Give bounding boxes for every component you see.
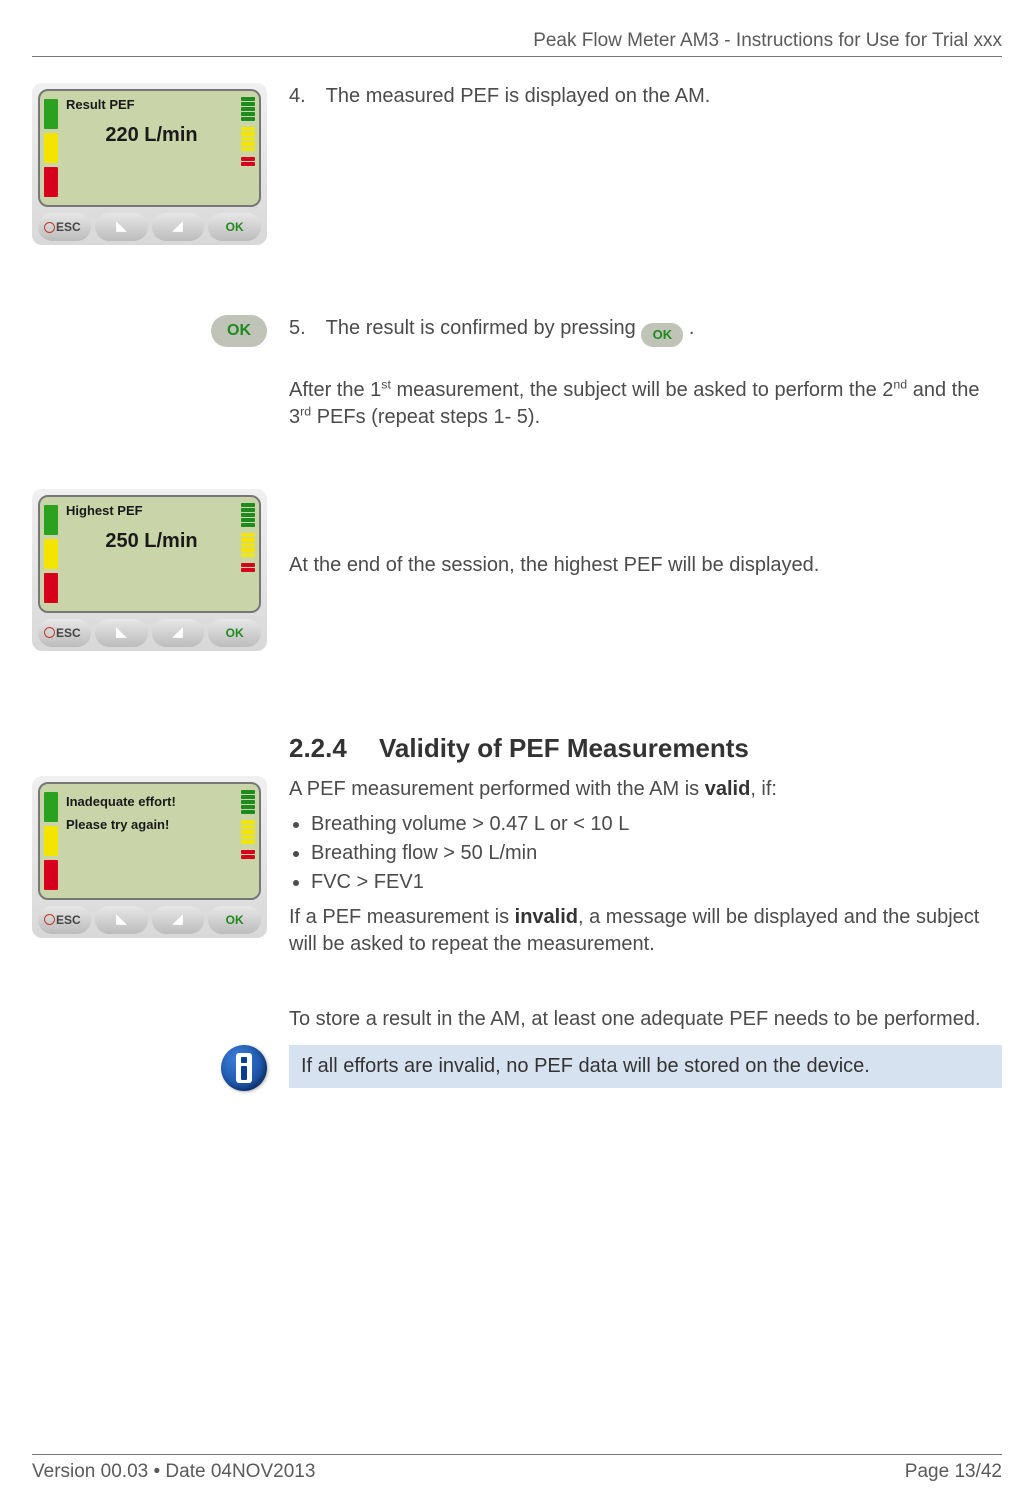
note-box: If all efforts are invalid, no PEF data … <box>289 1045 1002 1088</box>
up-button[interactable] <box>152 619 205 647</box>
footer-right: Page 13/42 <box>905 1461 1002 1483</box>
down-button[interactable] <box>95 213 148 241</box>
down-button[interactable] <box>95 619 148 647</box>
ok-pill-large: OK <box>211 315 267 347</box>
list-item: Breathing flow > 50 L/min <box>311 840 1002 867</box>
step4-text: 4. The measured PEF is displayed on the … <box>289 83 1002 110</box>
step5-after: After the 1st measurement, the subject w… <box>289 377 1002 431</box>
esc-button[interactable]: ESC <box>38 906 91 934</box>
esc-button[interactable]: ESC <box>38 619 91 647</box>
screen-line1: Inadequate effort! <box>66 790 237 813</box>
step5-text: 5. The result is confirmed by pressing O… <box>289 315 1002 347</box>
section-heading: 2.2.4Validity of PEF Measurements <box>289 731 1002 766</box>
screen-title: Highest PEF <box>66 503 237 518</box>
highest-text: At the end of the session, the highest P… <box>289 552 1002 579</box>
page-footer: Version 00.03 • Date 04NOV2013 Page 13/4… <box>32 1454 1002 1483</box>
valid-intro: A PEF measurement performed with the AM … <box>289 776 1002 803</box>
screen-value: 250 L/min <box>66 530 237 553</box>
down-button[interactable] <box>95 906 148 934</box>
device-invalid-msg: Inadequate effort! Please try again! ESC… <box>32 776 267 938</box>
screen-value: 220 L/min <box>66 124 237 147</box>
valid-criteria-list: Breathing volume > 0.47 L or < 10 L Brea… <box>289 811 1002 896</box>
up-button[interactable] <box>152 906 205 934</box>
ok-button[interactable]: OK <box>208 619 261 647</box>
screen-title: Result PEF <box>66 97 237 112</box>
up-button[interactable] <box>152 213 205 241</box>
screen-line2: Please try again! <box>66 813 237 836</box>
running-header: Peak Flow Meter AM3 - Instructions for U… <box>32 30 1002 57</box>
store-text: To store a result in the AM, at least on… <box>289 1006 1002 1033</box>
list-item: Breathing volume > 0.47 L or < 10 L <box>311 811 1002 838</box>
invalid-text: If a PEF measurement is invalid, a messa… <box>289 904 1002 958</box>
device-highest-pef: Highest PEF 250 L/min ESC OK <box>32 489 267 651</box>
ok-button[interactable]: OK <box>208 906 261 934</box>
ok-button[interactable]: OK <box>208 213 261 241</box>
esc-button[interactable]: ESC <box>38 213 91 241</box>
list-item: FVC > FEV1 <box>311 869 1002 896</box>
ok-pill-inline: OK <box>641 323 683 347</box>
info-icon <box>221 1045 267 1091</box>
device-result-pef: Result PEF 220 L/min ESC OK <box>32 83 267 245</box>
footer-left: Version 00.03 • Date 04NOV2013 <box>32 1461 315 1483</box>
